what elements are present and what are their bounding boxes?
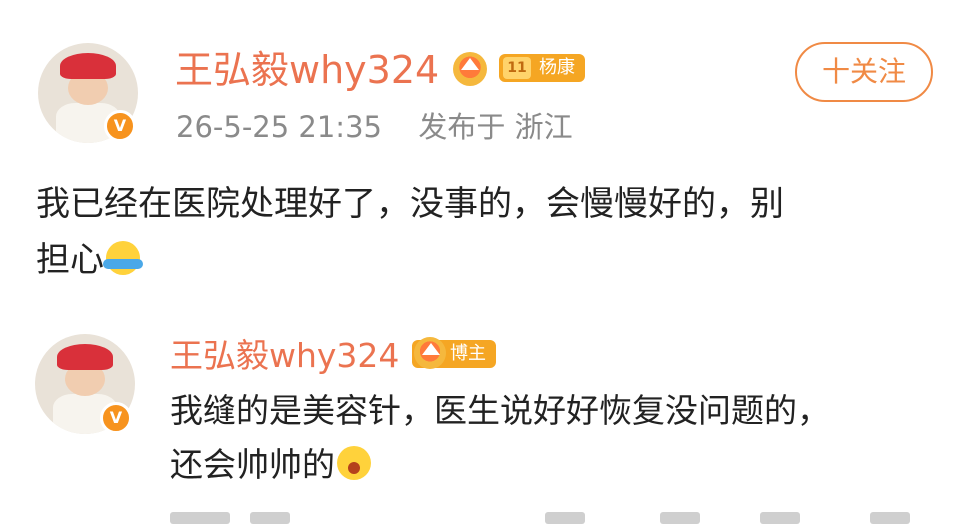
post-content-line: 我已经在医院处理好了，没事的，会慢慢好的，别 xyxy=(36,184,784,224)
cut-off-action-bar xyxy=(0,508,960,524)
verified-icon: V xyxy=(104,110,136,142)
author-name[interactable]: 王弘毅why324 xyxy=(175,48,439,92)
reply-verified-icon: V xyxy=(100,402,132,434)
post-location: 发布于 浙江 xyxy=(418,110,573,144)
blogger-tag: 博主 xyxy=(412,337,496,369)
reply-author-name[interactable]: 王弘毅why324 xyxy=(170,336,399,376)
fan-level-tag[interactable]: 11 杨康 xyxy=(499,54,585,82)
follow-button[interactable]: 十关注 xyxy=(795,42,933,102)
vip-crown-icon xyxy=(453,52,487,86)
blogger-tag-label: 博主 xyxy=(450,343,486,364)
post-card: V 王弘毅why324 11 杨康 26-5-25 21:35 发布于 浙江 十… xyxy=(0,0,960,300)
reply-content: 我缝的是美容针，医生说好好恢复没问题的， 还会帅帅的 xyxy=(170,384,950,492)
post-content: 我已经在医院处理好了，没事的，会慢慢好的，别 担心 xyxy=(36,176,936,288)
reply-content-line: 我缝的是美容针，医生说好好恢复没问题的， xyxy=(170,391,830,430)
hug-emoji-icon xyxy=(103,241,143,275)
blogger-crown-icon xyxy=(414,337,446,369)
shy-emoji-icon xyxy=(337,446,371,480)
level-label: 杨康 xyxy=(539,57,575,78)
post-meta: 26-5-25 21:35 发布于 浙江 xyxy=(176,110,573,144)
post-content-line2: 担心 xyxy=(36,232,936,288)
post-timestamp: 26-5-25 21:35 xyxy=(176,110,382,144)
reply-content-line2: 还会帅帅的 xyxy=(170,438,950,492)
level-number: 11 xyxy=(503,57,531,79)
